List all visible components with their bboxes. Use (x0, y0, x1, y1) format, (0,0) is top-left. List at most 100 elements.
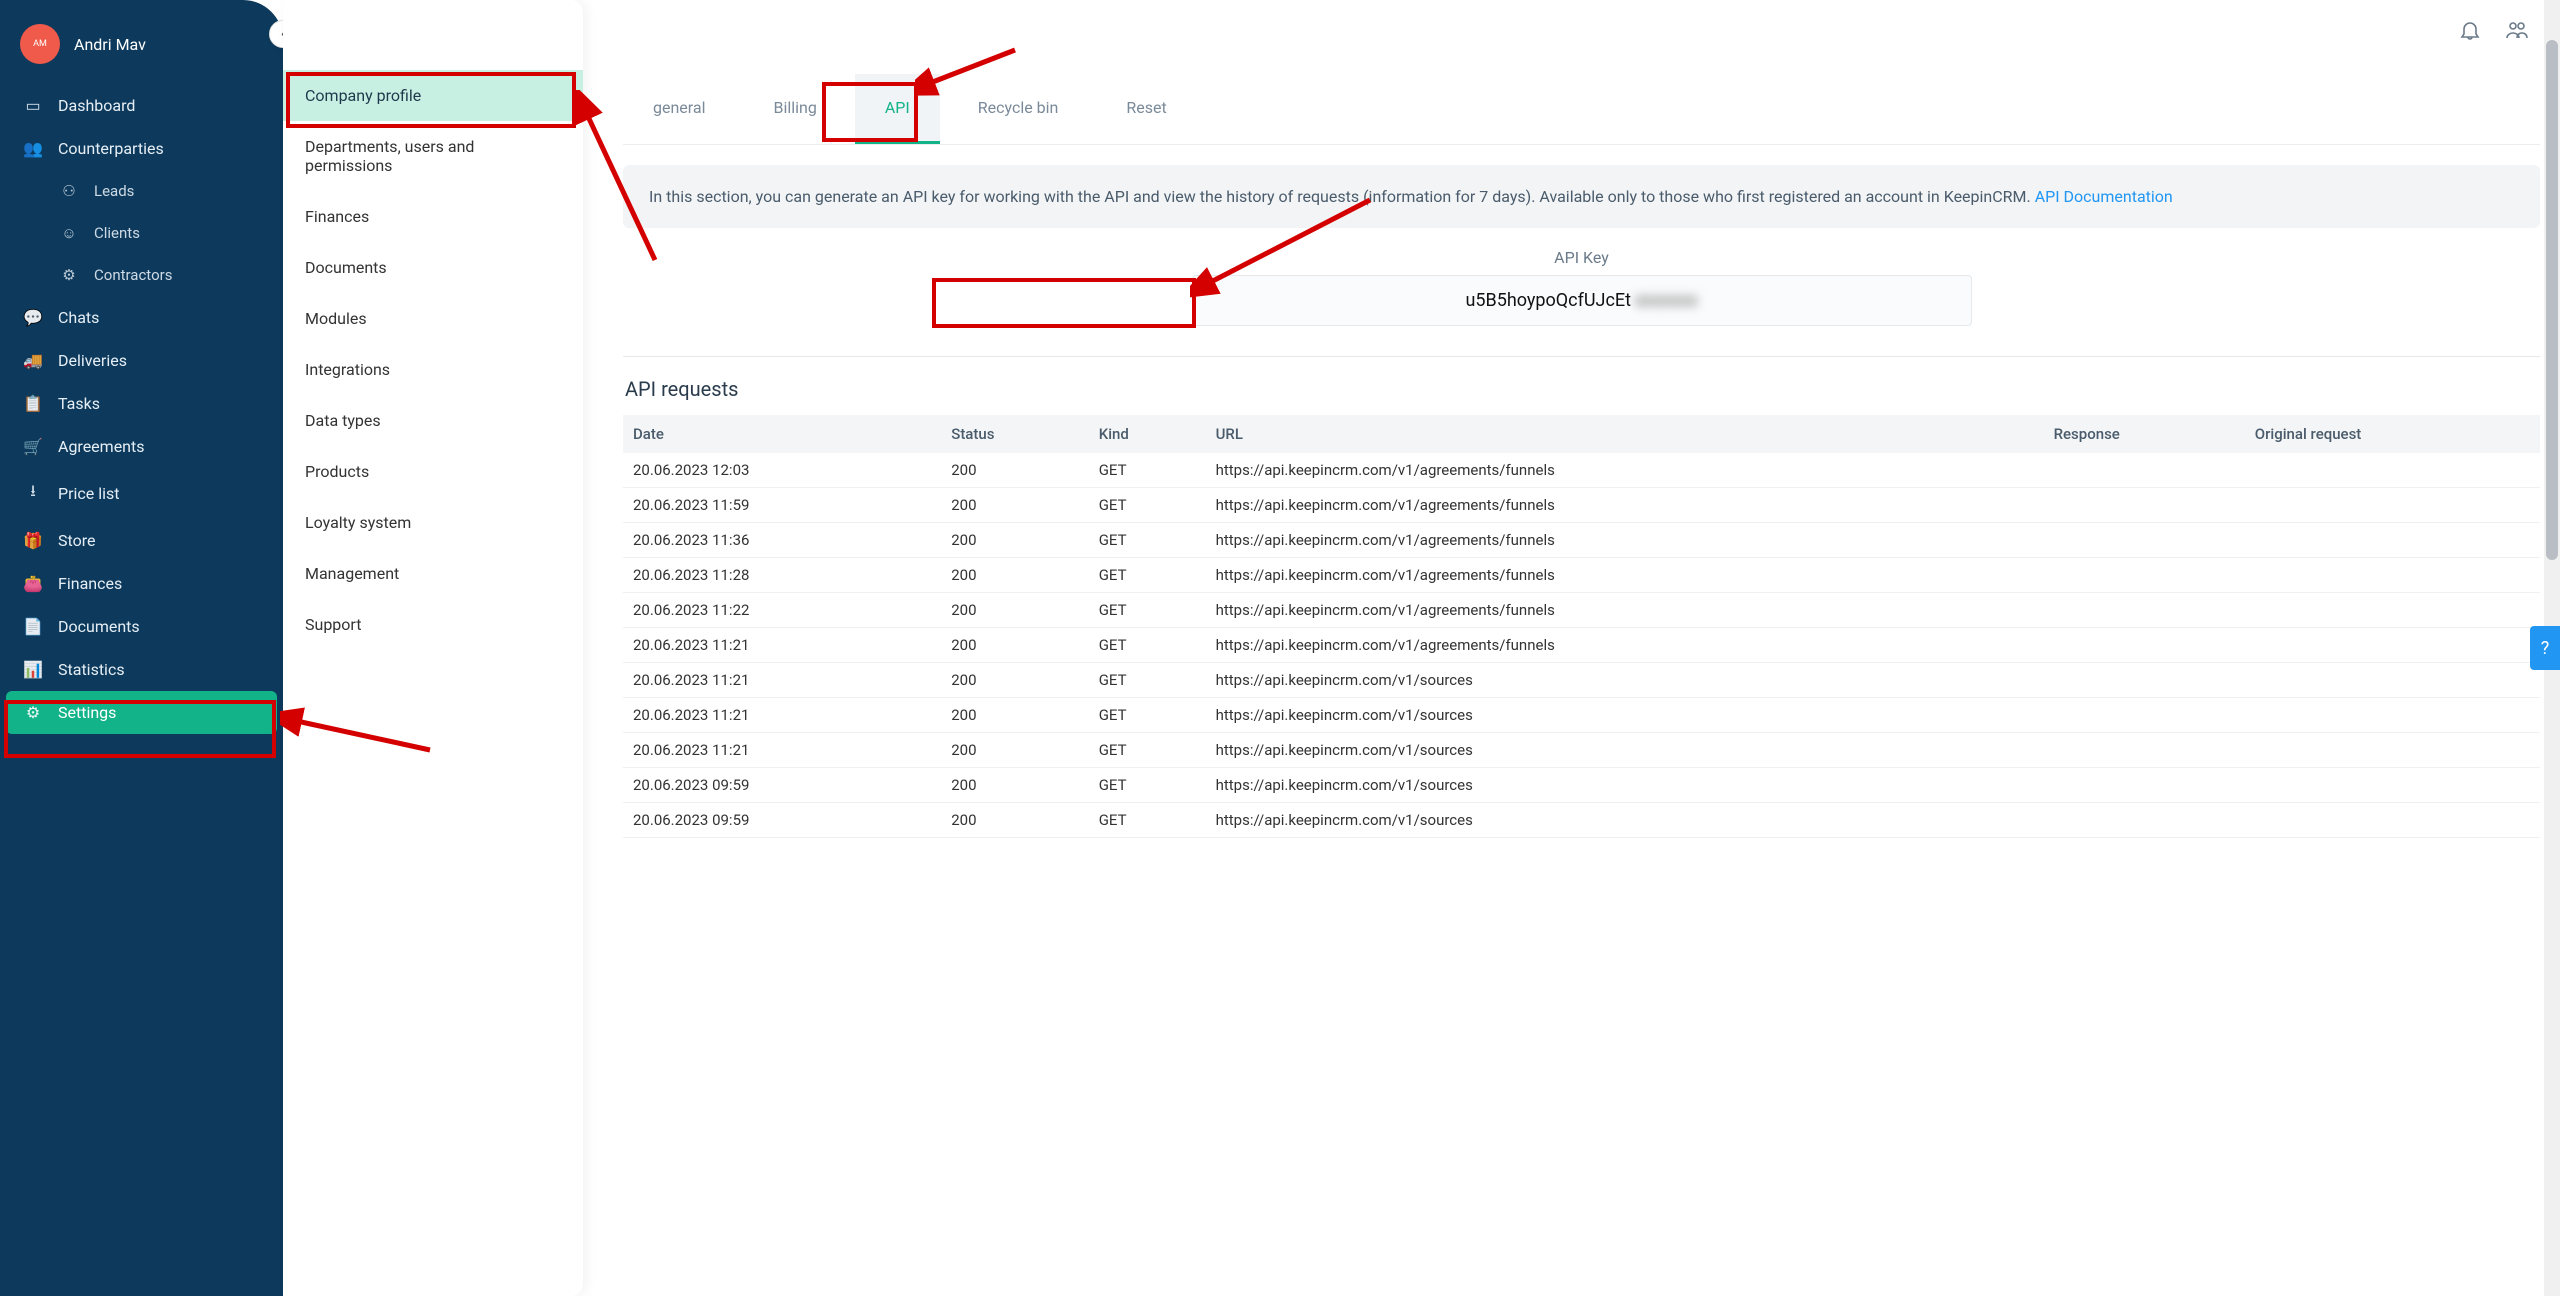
cell-date: 20.06.2023 12:03 (623, 453, 941, 488)
settings-item-departments-users-and-permissions[interactable]: Departments, users and permissions (283, 121, 583, 191)
cell-kind: GET (1089, 593, 1206, 628)
sidebar-item-store[interactable]: 🎁Store (6, 519, 277, 562)
api-key-field-wrap[interactable]: u5B5hoypoQcfUJcEtxxxxxxx (1192, 275, 1972, 326)
settings-item-modules[interactable]: Modules (283, 293, 583, 344)
table-row[interactable]: 20.06.2023 09:59200GEThttps://api.keepin… (623, 768, 2540, 803)
cell-status: 200 (941, 698, 1088, 733)
tab-reset[interactable]: Reset (1096, 74, 1196, 144)
sidebar-item-clients[interactable]: ☺Clients (6, 212, 277, 254)
cell-url: https://api.keepincrm.com/v1/sources (1206, 698, 2044, 733)
sidebar-item-counterparties[interactable]: 👥Counterparties (6, 127, 277, 170)
sidebar-item-label: Counterparties (58, 139, 164, 158)
cell-response (2044, 488, 2245, 523)
settings-item-products[interactable]: Products (283, 446, 583, 497)
cell-date: 20.06.2023 11:28 (623, 558, 941, 593)
table-row[interactable]: 20.06.2023 11:36200GEThttps://api.keepin… (623, 523, 2540, 558)
cell-response (2044, 453, 2245, 488)
table-col-response: Response (2044, 415, 2245, 453)
cell-date: 20.06.2023 11:21 (623, 628, 941, 663)
main: Settings generalBillingAPIRecycle binRes… (583, 0, 2560, 1296)
settings-item-loyalty-system[interactable]: Loyalty system (283, 497, 583, 548)
tab-general[interactable]: general (623, 74, 736, 144)
info-text: In this section, you can generate an API… (649, 187, 2035, 206)
contractors-icon: ⚙ (58, 266, 80, 284)
table-row[interactable]: 20.06.2023 09:59200GEThttps://api.keepin… (623, 803, 2540, 838)
sidebar-item-finances[interactable]: 👛Finances (6, 562, 277, 605)
cell-original (2245, 768, 2540, 803)
table-col-url: URL (1206, 415, 2044, 453)
cell-original (2245, 628, 2540, 663)
sidebar-item-price-list[interactable]: ⭳Price list (6, 468, 277, 519)
cell-response (2044, 593, 2245, 628)
cell-url: https://api.keepincrm.com/v1/agreements/… (1206, 628, 2044, 663)
divider (623, 356, 2540, 357)
settings-item-integrations[interactable]: Integrations (283, 344, 583, 395)
tabs: generalBillingAPIRecycle binReset (623, 74, 2540, 145)
cell-status: 200 (941, 803, 1088, 838)
table-row[interactable]: 20.06.2023 12:03200GEThttps://api.keepin… (623, 453, 2540, 488)
sidebar-item-tasks[interactable]: 📋Tasks (6, 382, 277, 425)
sidebar-item-leads[interactable]: ⚇Leads (6, 170, 277, 212)
settings-item-documents[interactable]: Documents (283, 242, 583, 293)
settings-icon: ⚙ (22, 703, 44, 722)
help-button[interactable]: ? (2530, 626, 2560, 670)
api-documentation-link[interactable]: API Documentation (2035, 187, 2173, 206)
users-icon[interactable] (2504, 18, 2530, 46)
cell-url: https://api.keepincrm.com/v1/agreements/… (1206, 523, 2044, 558)
settings-submenu: Company profileDepartments, users and pe… (283, 0, 583, 1296)
tab-billing[interactable]: Billing (744, 74, 847, 144)
cell-response (2044, 558, 2245, 593)
cell-kind: GET (1089, 803, 1206, 838)
settings-item-finances[interactable]: Finances (283, 191, 583, 242)
chats-icon: 💬 (22, 308, 44, 327)
sidebar-item-agreements[interactable]: 🛒Agreements (6, 425, 277, 468)
cell-kind: GET (1089, 488, 1206, 523)
cell-kind: GET (1089, 628, 1206, 663)
sidebar-item-settings[interactable]: ⚙Settings (6, 691, 277, 734)
table-row[interactable]: 20.06.2023 11:21200GEThttps://api.keepin… (623, 663, 2540, 698)
sidebar-item-statistics[interactable]: 📊Statistics (6, 648, 277, 691)
sidebar-item-contractors[interactable]: ⚙Contractors (6, 254, 277, 296)
sidebar-item-deliveries[interactable]: 🚚Deliveries (6, 339, 277, 382)
documents-icon: 📄 (22, 617, 44, 636)
cell-original (2245, 803, 2540, 838)
cell-original (2245, 698, 2540, 733)
sidebar-item-label: Chats (58, 308, 99, 327)
cell-status: 200 (941, 453, 1088, 488)
cell-kind: GET (1089, 453, 1206, 488)
settings-item-management[interactable]: Management (283, 548, 583, 599)
sidebar-item-documents[interactable]: 📄Documents (6, 605, 277, 648)
dashboard-icon: ▭ (22, 96, 44, 115)
cell-date: 20.06.2023 11:21 (623, 698, 941, 733)
table-row[interactable]: 20.06.2023 11:21200GEThttps://api.keepin… (623, 698, 2540, 733)
info-box: In this section, you can generate an API… (623, 165, 2540, 228)
cell-status: 200 (941, 488, 1088, 523)
table-row[interactable]: 20.06.2023 11:21200GEThttps://api.keepin… (623, 628, 2540, 663)
bell-icon[interactable] (2458, 18, 2482, 46)
settings-item-company-profile[interactable]: Company profile (283, 70, 583, 121)
cell-url: https://api.keepincrm.com/v1/agreements/… (1206, 453, 2044, 488)
cell-kind: GET (1089, 523, 1206, 558)
table-col-date: Date (623, 415, 941, 453)
cell-url: https://api.keepincrm.com/v1/sources (1206, 768, 2044, 803)
table-col-status: Status (941, 415, 1088, 453)
settings-item-data-types[interactable]: Data types (283, 395, 583, 446)
cell-url: https://api.keepincrm.com/v1/agreements/… (1206, 488, 2044, 523)
table-row[interactable]: 20.06.2023 11:21200GEThttps://api.keepin… (623, 733, 2540, 768)
tab-api[interactable]: API (855, 74, 940, 144)
sidebar-user[interactable]: AM Andri Mav (0, 12, 283, 84)
table-row[interactable]: 20.06.2023 11:59200GEThttps://api.keepin… (623, 488, 2540, 523)
table-row[interactable]: 20.06.2023 11:28200GEThttps://api.keepin… (623, 558, 2540, 593)
cell-response (2044, 803, 2245, 838)
sidebar-item-label: Tasks (58, 394, 100, 413)
sidebar-item-chats[interactable]: 💬 Chats (6, 296, 277, 339)
cell-kind: GET (1089, 558, 1206, 593)
sidebar-item-label: Clients (94, 224, 140, 242)
tab-recycle-bin[interactable]: Recycle bin (948, 74, 1089, 144)
cell-original (2245, 523, 2540, 558)
table-row[interactable]: 20.06.2023 11:22200GEThttps://api.keepin… (623, 593, 2540, 628)
settings-item-support[interactable]: Support (283, 599, 583, 650)
sidebar-item-dashboard[interactable]: ▭Dashboard (6, 84, 277, 127)
cell-kind: GET (1089, 733, 1206, 768)
scrollbar-thumb[interactable] (2546, 40, 2558, 560)
